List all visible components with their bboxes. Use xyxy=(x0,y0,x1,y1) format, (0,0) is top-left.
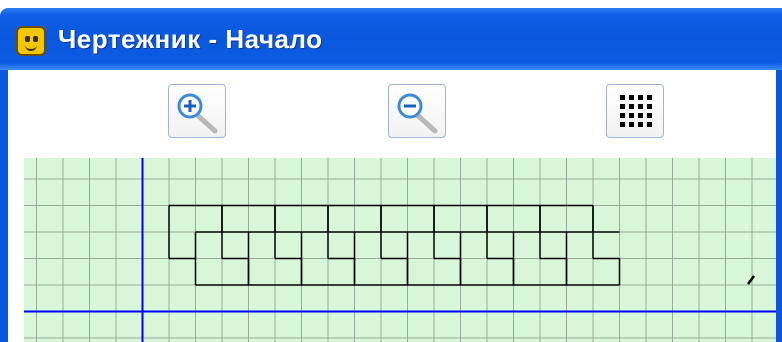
zoom-in-button[interactable] xyxy=(168,84,226,138)
grid-dot xyxy=(638,113,643,118)
title-bar[interactable]: Чертежник - Начало xyxy=(0,8,782,70)
window-frame-left xyxy=(0,70,8,342)
drawing-canvas[interactable] xyxy=(24,158,776,342)
smiley-app-icon xyxy=(16,26,46,56)
grid-dot xyxy=(629,113,634,118)
grid-dot xyxy=(629,104,634,109)
canvas-background xyxy=(24,158,776,342)
grid-dot xyxy=(620,104,625,109)
grid-dot xyxy=(620,122,625,127)
grid-dot xyxy=(647,113,652,118)
magnifier-plus-icon xyxy=(177,93,218,134)
drafter-window: Чертежник - Начало xyxy=(0,0,782,342)
grid-dot xyxy=(620,95,625,100)
zoom-out-button[interactable] xyxy=(388,84,446,138)
dot-grid-icon xyxy=(620,95,652,127)
grid-toggle-button[interactable] xyxy=(606,84,664,138)
grid-dot xyxy=(647,95,652,100)
grid-dot xyxy=(638,122,643,127)
grid-dot xyxy=(620,113,625,118)
canvas-svg xyxy=(24,158,776,342)
grid-dot xyxy=(629,122,634,127)
grid-dot xyxy=(629,95,634,100)
toolbar xyxy=(8,70,776,158)
window-title: Чертежник - Начало xyxy=(58,24,323,54)
grid-dot xyxy=(647,104,652,109)
grid-dot xyxy=(638,104,643,109)
window-frame-right xyxy=(776,70,782,342)
magnifier-minus-icon xyxy=(397,93,438,134)
grid-dot xyxy=(638,95,643,100)
grid-dot xyxy=(647,122,652,127)
